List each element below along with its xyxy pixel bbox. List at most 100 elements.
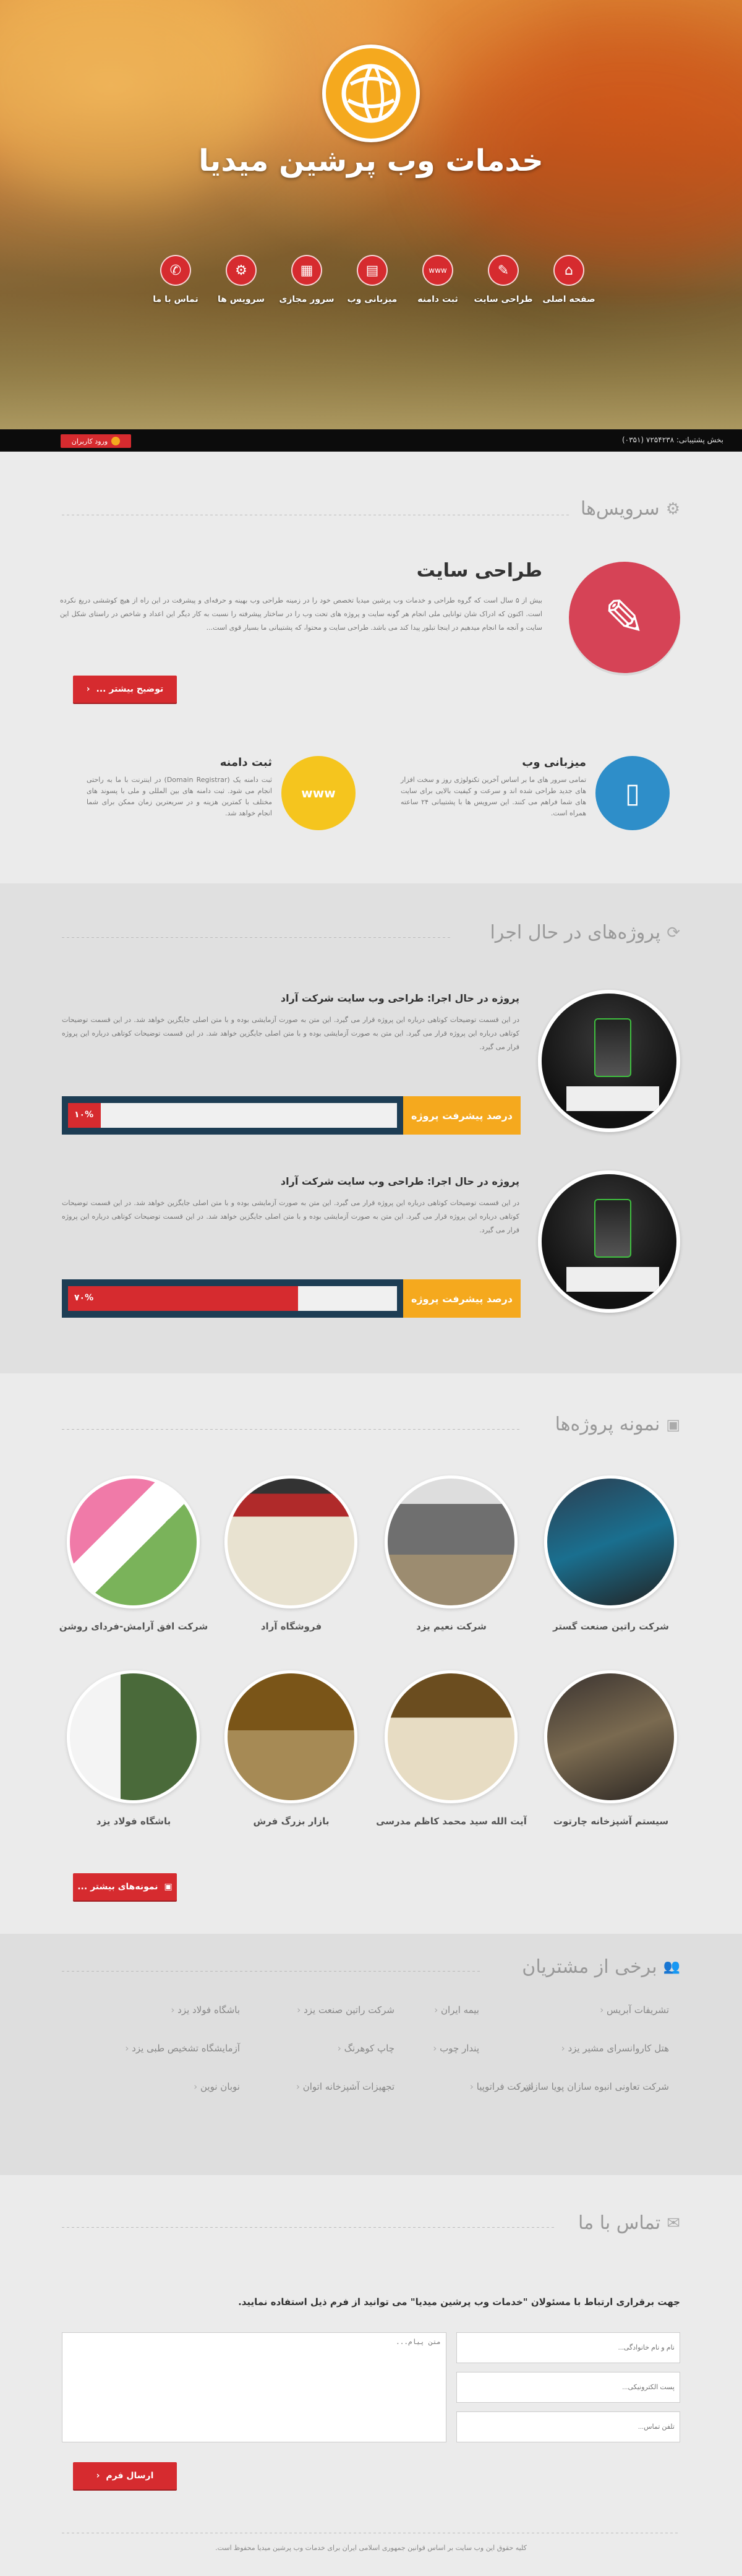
domain-heading: ثبت دامنه [220, 756, 272, 769]
sample-caption: آیت الله سید محمد کاظم مدرسی [376, 1816, 527, 1827]
sample-thumb[interactable] [224, 1670, 357, 1803]
site-title: خدمات وب پرشین میدیا [198, 144, 544, 178]
name-field[interactable] [456, 2332, 680, 2363]
services-title-text: سرویس‌ها [580, 498, 660, 520]
more-samples-label: نمونه‌های بیشتر ... [77, 1882, 158, 1892]
server-icon: ▯ [625, 777, 641, 809]
client-item: باشگاه فولاد یزد [171, 2004, 240, 2016]
sample-thumb[interactable] [67, 1475, 200, 1608]
sample-thumb[interactable] [67, 1670, 200, 1803]
nav-item-web-design[interactable]: ✎ طراحی سایت [472, 255, 534, 304]
contact-intro: جهت برقراری ارتباط با مسئولان "خدمات وب … [238, 2296, 680, 2308]
www-icon: www [301, 786, 336, 801]
project-progress: ۱۰% درصد پیشرفت پروژه [62, 1096, 521, 1135]
progress-percent: ۷۰% [74, 1293, 94, 1303]
submit-button[interactable]: ارسال فرم ‹ [73, 2462, 177, 2489]
submit-label: ارسال فرم [106, 2471, 154, 2481]
sample-thumb[interactable] [385, 1670, 518, 1803]
progress-percent: ۱۰% [74, 1110, 94, 1120]
nav-label: سرور مجازی [279, 294, 335, 304]
hosting-text: تمامی سرور های ما بر اساس آخرین تکنولوژی… [401, 776, 586, 817]
gears-icon: ⚙ [665, 499, 680, 518]
projects-title: ⟳ پروژه‌های در حال اجرا [490, 922, 680, 943]
client-item: بیمه ایران [434, 2004, 479, 2016]
samples-title: ▣ نمونه پروژه‌ها [555, 1414, 680, 1435]
nav-label: صفحه اصلی [542, 294, 595, 304]
sample-caption: فروشگاه آراد [260, 1621, 322, 1632]
sample-thumb[interactable] [224, 1475, 357, 1608]
divider [62, 937, 451, 938]
gears-icon: ⚙ [226, 255, 257, 286]
phone-field[interactable] [456, 2411, 680, 2442]
web-design-heading: طراحی سایت [416, 560, 542, 582]
phone-icon: ✆ [160, 255, 191, 286]
sample-thumb[interactable] [385, 1475, 518, 1608]
project-text: در این قسمت توضیحات کوتاهی درباره این پر… [62, 1199, 519, 1234]
project-text: در این قسمت توضیحات کوتاهی درباره این پر… [62, 1016, 519, 1051]
client-item: شرکت فراتوپیا [470, 2081, 534, 2092]
client-item: تشریفات آبریس [600, 2004, 669, 2016]
refresh-icon: ⟳ [667, 923, 680, 942]
progress-inner [68, 1103, 397, 1128]
nav-item-domain[interactable]: www ثبت دامنه [407, 255, 469, 304]
logo[interactable] [322, 45, 420, 142]
footer-text: کلیه حقوق این وب سایت بر اساس قوانین جمه… [215, 2544, 527, 2552]
sample-caption: شرکت نعیم یزد [416, 1621, 487, 1632]
divider [62, 2227, 556, 2228]
contact-title: ✉ تماس با ما [578, 2212, 680, 2234]
web-design-circle: ✎ [569, 562, 680, 673]
logo-globe-icon [341, 64, 401, 123]
nav-item-contact[interactable]: ✆ تماس با ما [145, 255, 207, 304]
sample-caption: شرکت راتین صنعت گستر [553, 1621, 669, 1632]
message-field[interactable] [62, 2332, 446, 2442]
domain-text: ثبت دامنه یک (Domain Registrar) در اینتر… [87, 776, 272, 817]
project-thumb[interactable] [538, 990, 680, 1132]
client-item: پندار چوب [433, 2043, 479, 2054]
login-label: ورود کاربران [71, 437, 108, 445]
hosting-heading: میزبانی وب [522, 756, 586, 769]
client-item: چاپ کوهرنگ [338, 2043, 394, 2054]
more-info-label: توضیح بیشتر ... [96, 684, 164, 694]
project-heading: پروژه در حال اجرا: طراحی وب سایت شرکت آر… [280, 992, 519, 1004]
pencil-icon: ✎ [488, 255, 519, 286]
top-bar: بخش پشتیبانی: ۷۲۵۴۲۳۸ (۰۳۵۱) ورود کاربرا… [0, 429, 742, 452]
web-design-text: بیش از ۵ سال است که گروه طراحی و خدمات و… [60, 596, 542, 632]
user-icon [111, 437, 121, 445]
more-samples-button[interactable]: ▣ نمونه‌های بیشتر ... [73, 1873, 177, 1900]
sample-caption: شرکت افق آرامش-فردای روشن [59, 1621, 208, 1632]
contact-title-text: تماس با ما [578, 2212, 661, 2234]
divider [62, 1429, 519, 1430]
project-thumb[interactable] [538, 1170, 680, 1313]
sample-thumb[interactable] [544, 1670, 677, 1803]
nav-label: طراحی سایت [474, 294, 533, 304]
client-item: شرکت تعاونی انبوه سازان پویا سازان [517, 2081, 669, 2092]
nav-item-services[interactable]: ⚙ سرویس ها [210, 255, 272, 304]
clients-title-text: برخی از مشتریان [522, 1956, 657, 1978]
hosting-circle: ▯ [595, 756, 670, 830]
chevron-left-icon: ‹ [86, 684, 90, 694]
nav-label: ثبت دامنه [417, 294, 458, 304]
home-icon: ⌂ [553, 255, 584, 286]
services-title: ⚙ سرویس‌ها [581, 498, 680, 520]
divider [62, 1971, 482, 1972]
project-progress: ۷۰% درصد پیشرفت پروژه [62, 1279, 521, 1318]
projects-title-text: پروژه‌های در حال اجرا [490, 922, 661, 943]
envelope-icon: ✉ [667, 2213, 680, 2233]
more-info-button[interactable]: توضیح بیشتر ... ‹ [73, 676, 177, 703]
email-field[interactable] [456, 2372, 680, 2403]
sample-thumb[interactable] [544, 1475, 677, 1608]
chevron-left-icon: ‹ [96, 2471, 100, 2481]
portfolio-icon: ▣ [666, 1415, 680, 1433]
nav-item-vps[interactable]: ▦ سرور مجازی [276, 255, 338, 304]
nav-label: سرویس ها [217, 294, 265, 304]
project-heading: پروژه در حال اجرا: طراحی وب سایت شرکت آر… [280, 1175, 519, 1187]
login-button[interactable]: ورود کاربران [61, 434, 131, 448]
nav-item-hosting[interactable]: ▤ میزبانی وب [341, 255, 403, 304]
main-nav: ⌂ صفحه اصلی ✎ طراحی سایت www ثبت دامنه ▤… [142, 255, 600, 317]
clients-title: 👥 برخی از مشتریان [522, 1956, 680, 1978]
document-icon: ▦ [291, 255, 322, 286]
nav-item-home[interactable]: ⌂ صفحه اصلی [538, 255, 600, 304]
progress-label: درصد پیشرفت پروژه [403, 1096, 521, 1135]
support-phone: بخش پشتیبانی: ۷۲۵۴۲۳۸ (۰۳۵۱) [621, 436, 723, 444]
client-item: نوبان نوین [194, 2081, 240, 2092]
